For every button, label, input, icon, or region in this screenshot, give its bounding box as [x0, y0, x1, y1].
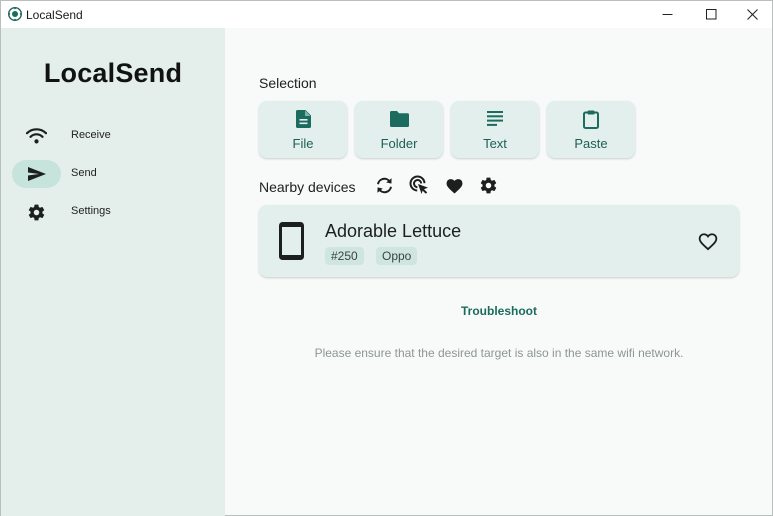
- text-icon: [451, 110, 539, 128]
- minimize-icon: [662, 14, 672, 15]
- file-button[interactable]: File: [259, 101, 347, 158]
- title-bar[interactable]: LocalSend: [1, 1, 772, 28]
- device-card[interactable]: Adorable Lettuce #250 Oppo: [259, 205, 739, 277]
- troubleshoot-link[interactable]: Troubleshoot: [259, 304, 739, 318]
- clipboard-icon: [547, 110, 635, 129]
- network-hint: Please ensure that the desired target is…: [314, 346, 684, 360]
- folder-button[interactable]: Folder: [355, 101, 443, 158]
- minimize-button[interactable]: [647, 1, 687, 28]
- favorites-icon[interactable]: [444, 175, 464, 195]
- app-window: LocalSend LocalSend Receive Send Setting…: [0, 0, 773, 516]
- sidebar-item-label: Receive: [71, 129, 111, 141]
- close-icon: [746, 9, 758, 20]
- refresh-icon[interactable]: [374, 175, 394, 195]
- sidebar-item-settings[interactable]: Settings: [1, 198, 225, 226]
- device-tag: #250: [325, 247, 364, 265]
- device-name: Adorable Lettuce: [325, 221, 462, 241]
- paste-button[interactable]: Paste: [547, 101, 635, 158]
- file-button-label: File: [292, 136, 314, 151]
- wifi-icon: [26, 126, 47, 146]
- sidebar: LocalSend Receive Send Settings: [1, 28, 225, 516]
- sidebar-item-label: Settings: [71, 205, 111, 217]
- paste-button-label: Paste: [574, 136, 608, 151]
- nearby-devices-title: Nearby devices: [259, 179, 356, 195]
- window-title: LocalSend: [26, 8, 83, 22]
- smartphone-icon: [279, 222, 304, 265]
- file-icon: [259, 110, 347, 128]
- selection-title: Selection: [259, 75, 317, 91]
- scan-target-icon[interactable]: [409, 175, 429, 195]
- sidebar-item-receive[interactable]: Receive: [1, 122, 225, 150]
- sidebar-item-send[interactable]: Send: [1, 160, 225, 188]
- settings-icon[interactable]: [478, 175, 498, 195]
- heart-outline-icon[interactable]: [697, 231, 719, 251]
- folder-icon: [355, 110, 443, 128]
- device-tag: Oppo: [376, 247, 418, 265]
- text-button[interactable]: Text: [451, 101, 539, 158]
- send-icon: [26, 164, 47, 184]
- maximize-icon: [705, 9, 716, 20]
- sidebar-item-label: Send: [71, 167, 97, 179]
- app-brand: LocalSend: [43, 58, 183, 88]
- text-button-label: Text: [483, 136, 507, 151]
- folder-button-label: Folder: [380, 136, 418, 151]
- localsend-logo-icon: [7, 6, 23, 22]
- close-button[interactable]: [732, 1, 772, 28]
- maximize-button[interactable]: [691, 1, 731, 28]
- gear-icon: [26, 202, 47, 222]
